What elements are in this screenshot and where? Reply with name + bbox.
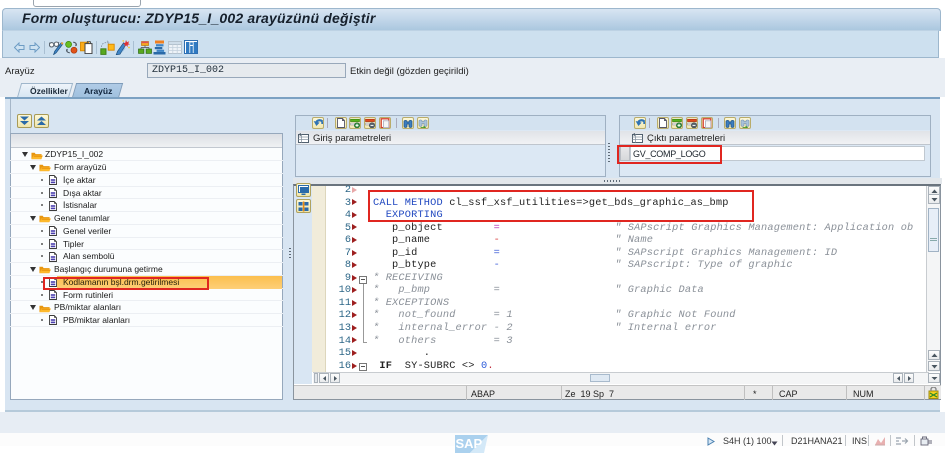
svg-text:SAP: SAP — [456, 436, 483, 451]
